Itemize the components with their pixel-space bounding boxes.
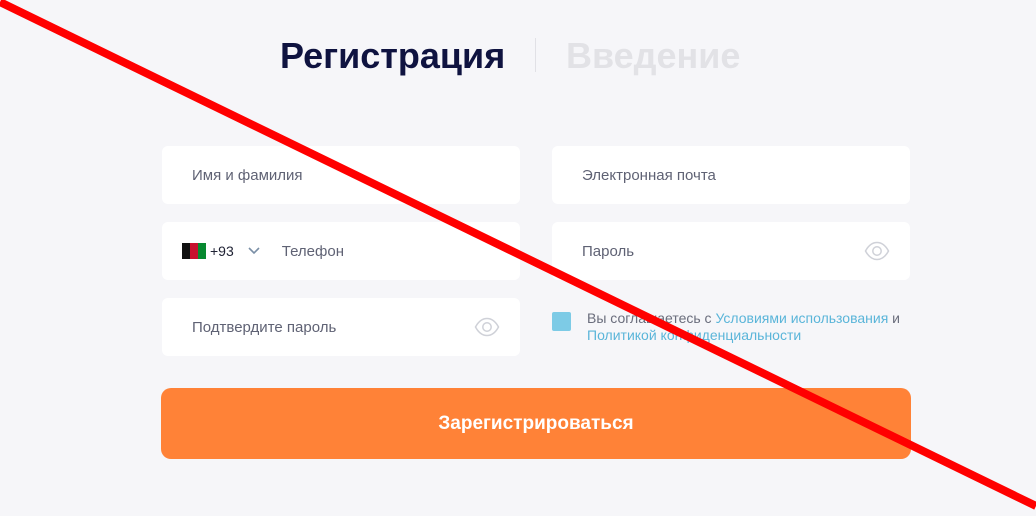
confirm-password-field	[162, 298, 520, 356]
privacy-policy-link[interactable]: Политикой конфиденциальности	[587, 327, 801, 343]
afghanistan-flag-icon	[182, 243, 206, 259]
auth-tabs: Регистрация Введение	[0, 32, 1036, 82]
phone-field: +93	[162, 222, 520, 280]
terms-checkbox[interactable]	[552, 312, 571, 331]
tab-login[interactable]: Введение	[566, 34, 740, 78]
terms-text: Вы соглашаетесь с Условиями использовани…	[587, 310, 917, 344]
dial-code: +93	[210, 243, 234, 259]
full-name-input[interactable]	[192, 146, 520, 204]
country-code-select[interactable]: +93	[182, 222, 260, 280]
tab-divider	[535, 38, 536, 72]
register-button[interactable]: Зарегистрироваться	[161, 388, 911, 459]
terms-of-use-link[interactable]: Условиями использования	[715, 310, 888, 326]
eye-icon[interactable]	[864, 241, 890, 261]
chevron-down-icon	[248, 247, 260, 255]
password-input[interactable]	[582, 222, 854, 280]
phone-input[interactable]	[281, 222, 520, 280]
eye-icon[interactable]	[474, 317, 500, 337]
password-field	[552, 222, 910, 280]
tab-register[interactable]: Регистрация	[280, 34, 505, 78]
email-input[interactable]	[582, 146, 910, 204]
confirm-password-input[interactable]	[192, 298, 464, 356]
terms-agreement: Вы соглашаетесь с Условиями использовани…	[552, 310, 912, 350]
email-field	[552, 146, 910, 204]
terms-prefix: Вы соглашаетесь с	[587, 310, 716, 326]
full-name-field	[162, 146, 520, 204]
terms-conjunction: и	[888, 310, 901, 326]
registration-page: Регистрация Введение +93	[0, 0, 1036, 516]
